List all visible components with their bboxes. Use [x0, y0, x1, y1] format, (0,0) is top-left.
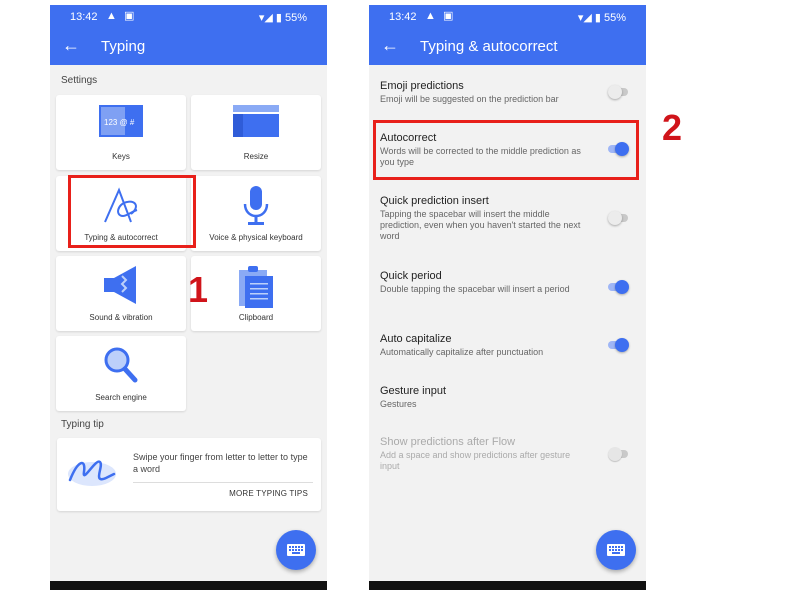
- keyboard-fab-button[interactable]: [596, 530, 636, 570]
- swipe-gesture-icon: [68, 460, 116, 486]
- status-right: ▾◢ ▮ 55%: [578, 11, 626, 24]
- setting-subtitle: Automatically capitalize after punctuati…: [380, 347, 544, 357]
- svg-text:123 @ #: 123 @ #: [104, 118, 135, 127]
- setting-title: Emoji predictions: [380, 80, 464, 92]
- typing-tip-label: Typing tip: [61, 419, 104, 430]
- typing-tip-text: Swipe your finger from letter to letter …: [133, 452, 308, 474]
- tile-label: Resize: [243, 152, 269, 161]
- battery-level: 55%: [603, 12, 626, 24]
- more-typing-tips-link[interactable]: MORE TYPING TIPS: [229, 489, 308, 498]
- step-marker-1: 1: [188, 269, 209, 310]
- typing-tip-card: Swipe your finger from letter to letter …: [57, 438, 321, 511]
- setting-show-predictions-after-flow: Show predictions after Flow Add a space …: [380, 435, 590, 472]
- signal-icon: ▾◢ ▮: [258, 12, 282, 24]
- app-bar: ← Typing: [50, 29, 327, 65]
- divider: [133, 482, 313, 483]
- tile-label: Sound & vibration: [89, 313, 153, 322]
- clipboard-icon: [239, 266, 273, 308]
- emoji-predictions-toggle[interactable]: [608, 85, 628, 99]
- tile-search-engine[interactable]: Search engine: [56, 336, 186, 411]
- quick-period-toggle[interactable]: [608, 280, 629, 294]
- auto-capitalize-toggle[interactable]: [608, 338, 629, 352]
- tile-label: Clipboard: [238, 313, 274, 322]
- highlight-box-autocorrect: [373, 120, 639, 180]
- settings-section-label: Settings: [61, 75, 98, 86]
- setting-title: Auto capitalize: [380, 333, 452, 345]
- speaker-icon: [104, 266, 136, 304]
- status-bar: 13:42 ▲ ▣ ▾◢ ▮ 55%: [50, 5, 327, 29]
- tile-resize[interactable]: Resize: [191, 95, 321, 170]
- setting-subtitle: Tapping the spacebar will insert the mid…: [380, 209, 581, 241]
- keyboard-icon: [607, 544, 625, 556]
- battery-level: 55%: [284, 12, 307, 24]
- status-icons: ▲ ▣: [106, 10, 137, 22]
- setting-title: Show predictions after Flow: [380, 436, 516, 448]
- page-title: Typing & autocorrect: [420, 38, 558, 55]
- tile-label: Keys: [112, 152, 130, 161]
- keyboard-fab-button[interactable]: [276, 530, 316, 570]
- status-time: 13:42: [70, 11, 98, 23]
- setting-auto-capitalize[interactable]: Auto capitalize Automatically capitalize…: [380, 332, 590, 358]
- tile-sound-vibration[interactable]: Sound & vibration: [56, 256, 186, 331]
- typing-autocorrect-screen: 13:42 ▲ ▣ ▾◢ ▮ 55% ← Typing & autocorrec…: [369, 5, 646, 590]
- tile-keys[interactable]: 123 @ # Keys: [56, 95, 186, 170]
- status-bar: 13:42 ▲ ▣ ▾◢ ▮ 55%: [369, 5, 646, 29]
- back-arrow-icon[interactable]: ←: [62, 36, 80, 54]
- tile-label: Voice & physical keyboard: [209, 233, 303, 242]
- signal-icon: ▾◢ ▮: [577, 12, 601, 24]
- show-predictions-after-flow-toggle: [608, 447, 628, 461]
- step-marker-2: 2: [662, 107, 683, 148]
- setting-title: Gesture input: [380, 385, 447, 397]
- microphone-icon: [243, 186, 269, 225]
- quick-prediction-insert-toggle[interactable]: [608, 211, 628, 225]
- setting-quick-prediction-insert[interactable]: Quick prediction insert Tapping the spac…: [380, 194, 590, 242]
- setting-title: Quick prediction insert: [380, 195, 489, 207]
- setting-title: Quick period: [380, 270, 442, 282]
- keyboard-icon: [287, 544, 305, 556]
- tile-voice-physical-keyboard[interactable]: Voice & physical keyboard: [191, 176, 321, 251]
- tile-clipboard[interactable]: Clipboard: [191, 256, 321, 331]
- setting-subtitle: Gestures: [380, 399, 417, 409]
- resize-icon: [233, 105, 279, 137]
- search-icon: [104, 347, 138, 383]
- highlight-box-typing-autocorrect: [68, 175, 196, 248]
- setting-gesture-input[interactable]: Gesture input Gestures: [380, 384, 590, 410]
- status-right: ▾◢ ▮ 55%: [259, 11, 307, 24]
- status-icons: ▲ ▣: [425, 10, 456, 22]
- navigation-bar: [369, 581, 646, 590]
- app-bar: ← Typing & autocorrect: [369, 29, 646, 65]
- navigation-bar: [50, 581, 327, 590]
- setting-subtitle: Double tapping the spacebar will insert …: [380, 284, 570, 294]
- setting-quick-period[interactable]: Quick period Double tapping the spacebar…: [380, 269, 590, 295]
- setting-subtitle: Emoji will be suggested on the predictio…: [380, 94, 559, 104]
- setting-emoji-predictions[interactable]: Emoji predictions Emoji will be suggeste…: [380, 79, 590, 105]
- setting-subtitle: Add a space and show predictions after g…: [380, 450, 571, 471]
- back-arrow-icon[interactable]: ←: [381, 36, 399, 54]
- page-title: Typing: [101, 38, 146, 55]
- status-time: 13:42: [389, 11, 417, 23]
- keys-icon: 123 @ #: [99, 105, 143, 137]
- tile-label: Search engine: [95, 393, 147, 402]
